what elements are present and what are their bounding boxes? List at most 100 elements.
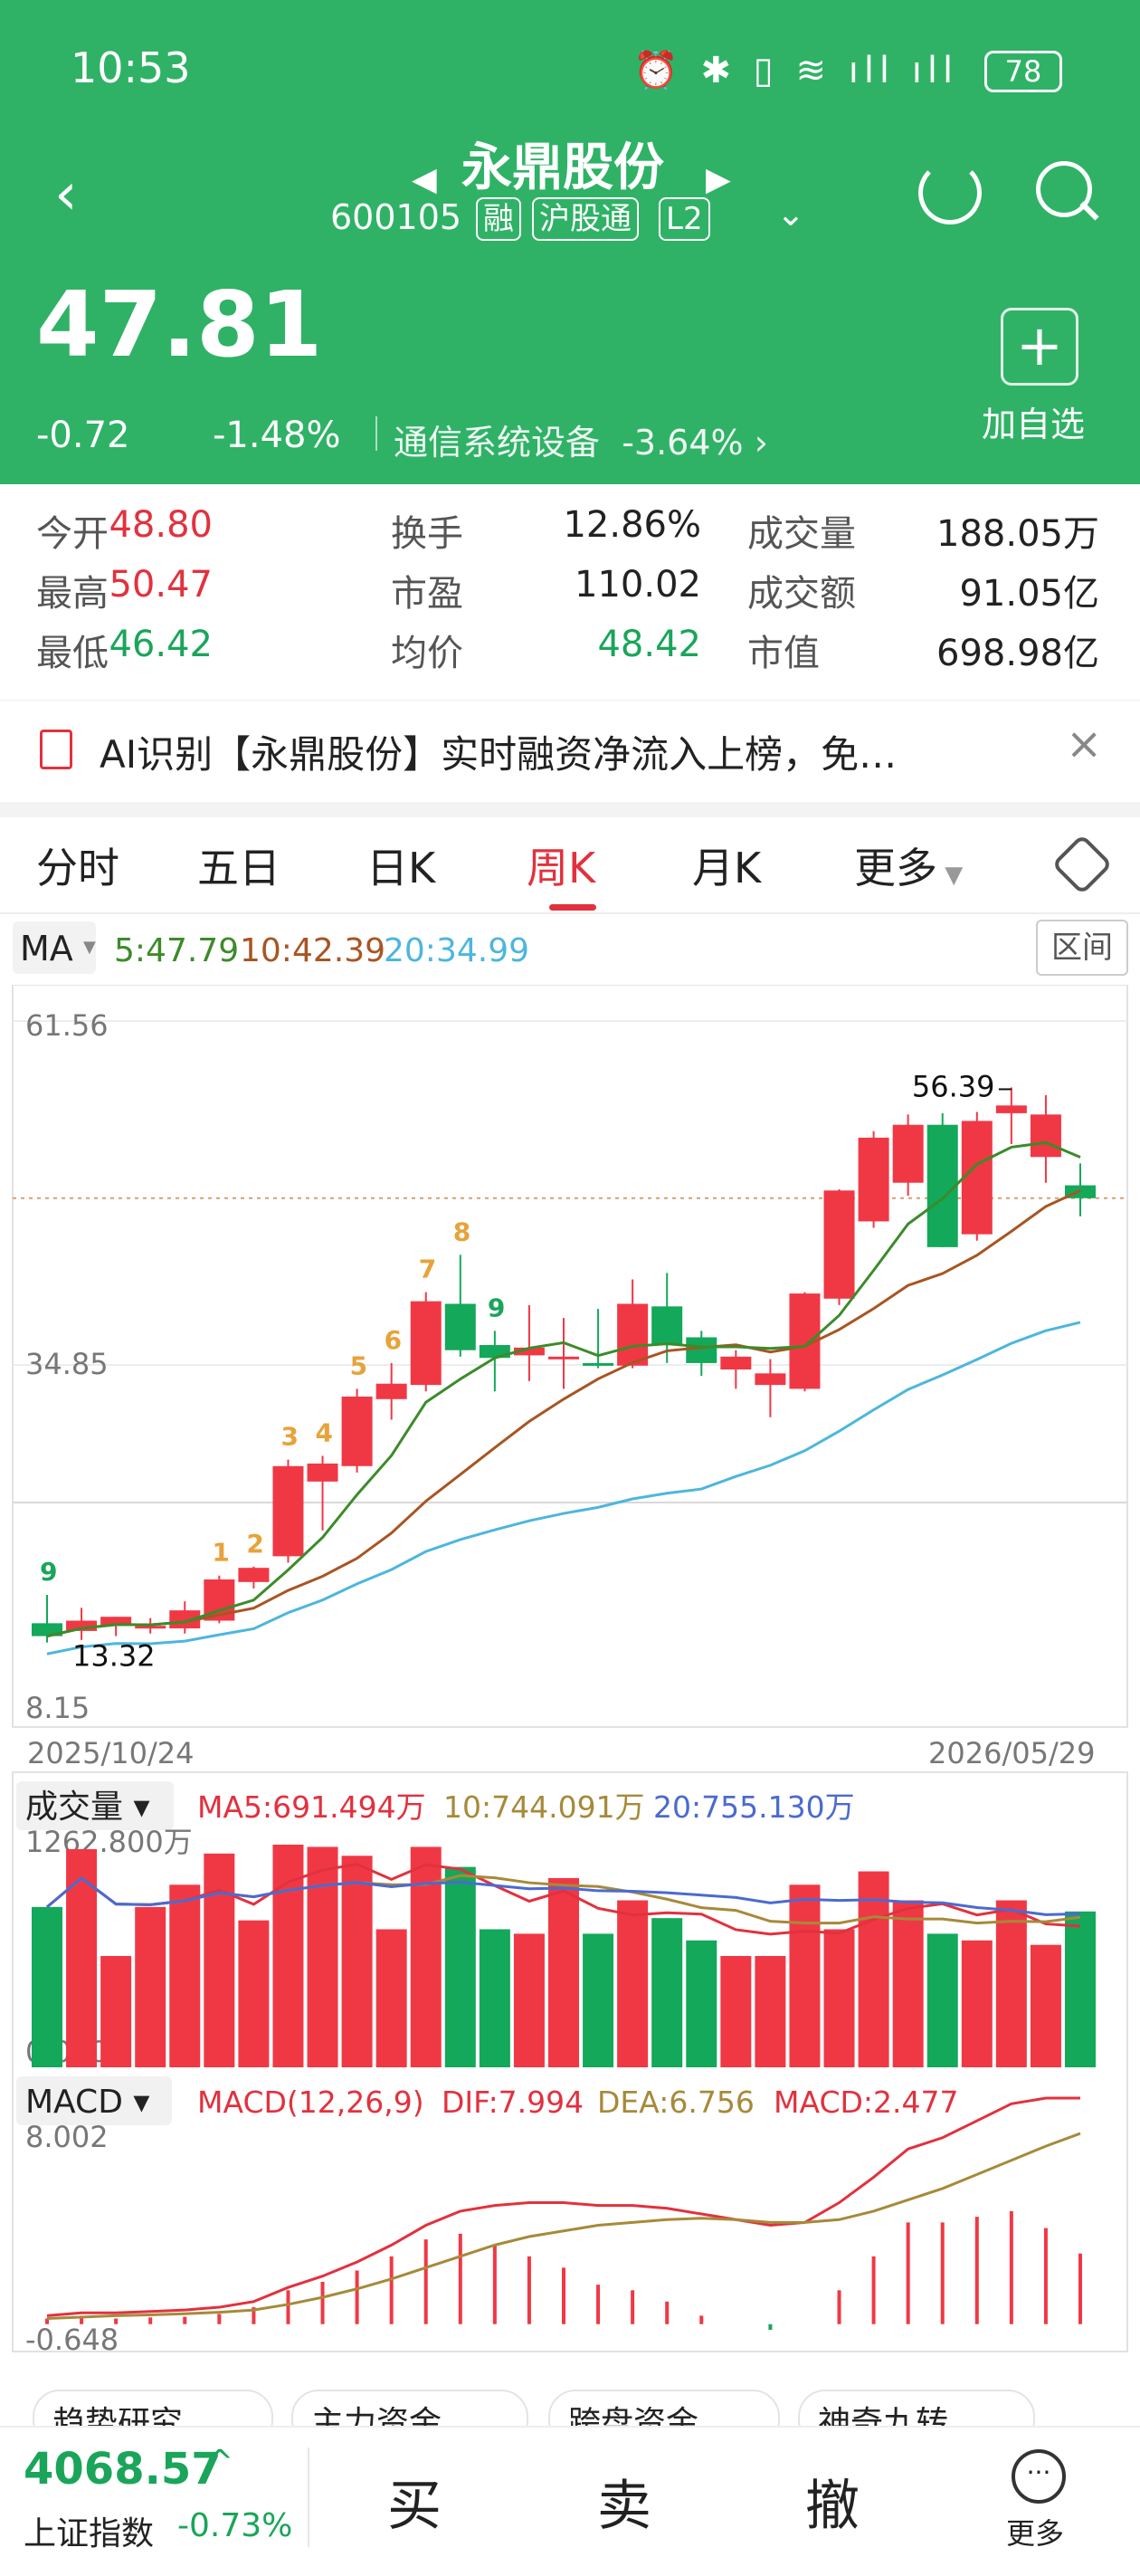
ai-notice-bar[interactable]: AI识别【永鼎股份】实时融资净流入上榜，免… × bbox=[0, 700, 1140, 818]
volume-bar bbox=[961, 1940, 993, 2067]
tab-more[interactable]: 更多 ▼ bbox=[854, 835, 963, 895]
dropdown-icon: ▼ bbox=[83, 938, 96, 957]
volume-bar bbox=[135, 1906, 166, 2067]
index-pct: -0.73% bbox=[177, 2507, 293, 2544]
stat-label: 市盈 bbox=[391, 573, 463, 615]
cancel-button[interactable]: 撤 bbox=[805, 2462, 860, 2541]
candle-body bbox=[1030, 1114, 1061, 1158]
sequence-label: 9 bbox=[40, 1557, 57, 1587]
volume-bar bbox=[617, 1900, 649, 2067]
volume-bar bbox=[32, 1906, 62, 2067]
stat-value: 50.47 bbox=[109, 564, 213, 606]
prev-stock-icon[interactable]: ◀ bbox=[412, 161, 437, 198]
tab-daily-k[interactable]: 日K bbox=[366, 835, 435, 895]
ma-selector[interactable]: MA ▼ bbox=[13, 921, 96, 974]
ma5-line bbox=[46, 1140, 1081, 1638]
candle-body bbox=[135, 1626, 166, 1629]
tab-intraday[interactable]: 分时 bbox=[36, 835, 119, 895]
sequence-label: 8 bbox=[453, 1216, 470, 1246]
volume-bar bbox=[823, 1929, 855, 2067]
candle-body bbox=[307, 1463, 338, 1482]
x-tick-label: 2025/10/24 bbox=[27, 1736, 194, 1770]
stock-code: 600105 bbox=[330, 197, 462, 237]
volume-bar bbox=[1030, 1944, 1061, 2067]
candle-body bbox=[548, 1356, 579, 1360]
stat-value: 12.86% bbox=[563, 504, 701, 546]
candle-body bbox=[995, 1105, 1027, 1113]
chevron-down-icon[interactable]: ⌄ bbox=[776, 194, 805, 234]
close-icon[interactable]: × bbox=[1066, 719, 1102, 769]
low-annotation: 13.32 bbox=[72, 1639, 156, 1674]
candle-body bbox=[583, 1362, 614, 1366]
sequence-label: 2 bbox=[246, 1529, 263, 1559]
tab-monthly-k[interactable]: 月K bbox=[692, 835, 761, 895]
candle-body bbox=[272, 1465, 304, 1557]
document-icon bbox=[40, 730, 72, 769]
volume-bar bbox=[686, 1940, 717, 2067]
stat-value: 46.42 bbox=[109, 624, 213, 665]
tab-weekly-k[interactable]: 周K bbox=[527, 835, 595, 895]
tag-l2: L2 bbox=[659, 197, 710, 241]
index-value[interactable]: 4068.57 bbox=[24, 2444, 222, 2495]
price-change-pct: -1.48% bbox=[213, 415, 341, 456]
add-watchlist-label: 加自选 bbox=[982, 405, 1086, 444]
tag-l2-label: L2 bbox=[659, 197, 710, 241]
macd-dif: DIF:7.994 bbox=[442, 2085, 584, 2120]
sector-pct: -3.64% bbox=[622, 423, 744, 463]
volume-bar bbox=[100, 1956, 132, 2067]
stock-name: 永鼎股份 bbox=[461, 138, 664, 197]
sequence-label: 7 bbox=[419, 1255, 436, 1284]
current-price: 47.81 bbox=[36, 272, 323, 377]
ma5-value: 5:47.79 bbox=[114, 932, 240, 969]
candle-body bbox=[238, 1568, 270, 1582]
status-icons: ⏰ ✱ ▯ ≋ ıll ıll bbox=[633, 50, 959, 91]
tab-five-day[interactable]: 五日 bbox=[197, 835, 280, 895]
volume-bar bbox=[926, 1933, 958, 2067]
candle-body bbox=[823, 1190, 855, 1299]
volume-max-label: 1262.800万 bbox=[25, 1825, 193, 1859]
volume-ma10: 10:744.091万 bbox=[443, 1789, 645, 1825]
stat-value: 48.80 bbox=[109, 504, 213, 546]
candle-body bbox=[961, 1121, 993, 1235]
volume-bar bbox=[66, 1848, 98, 2067]
sector-link[interactable]: 通信系统设备 -3.64% › bbox=[394, 415, 768, 464]
add-watchlist-button[interactable]: + bbox=[1001, 308, 1078, 386]
buy-button[interactable]: 买 bbox=[387, 2462, 442, 2541]
more-icon[interactable]: ··· bbox=[1012, 2449, 1066, 2504]
x-tick-label: 2026/05/29 bbox=[928, 1736, 1095, 1770]
stat-label: 均价 bbox=[391, 633, 463, 674]
ma10-value: 10:42.39 bbox=[240, 932, 385, 969]
bottom-trade-bar: 4068.57 ^ 上证指数 -0.73% 买 卖 撤 ··· 更多 bbox=[0, 2426, 1140, 2576]
tag-margin: 融 bbox=[476, 197, 521, 241]
quote-stats: 今开 48.80 换手 12.86% 成交量 188.05万 最高 50.47 市盈 110.02… bbox=[0, 484, 1140, 700]
back-icon[interactable]: ‹ bbox=[54, 161, 78, 228]
volume-bar bbox=[307, 1846, 338, 2067]
volume-bar bbox=[789, 1884, 821, 2067]
tab-more-label: 更多 bbox=[854, 844, 937, 892]
volume-bar bbox=[238, 1920, 270, 2067]
volume-bar bbox=[410, 1846, 442, 2067]
candle-body bbox=[444, 1303, 476, 1350]
settings-icon[interactable] bbox=[1051, 834, 1113, 895]
macd-min-label: -0.648 bbox=[25, 2323, 119, 2357]
volume-bar bbox=[169, 1884, 201, 2067]
y-tick-label: 8.15 bbox=[25, 1691, 90, 1725]
volume-bar bbox=[892, 1900, 924, 2067]
kline-chart[interactable]: 61.56 34.85 8.15 56.39 13.32 9 1 2 3 4 56 78 9 2025/1… bbox=[0, 985, 1140, 2361]
active-tab-indicator bbox=[549, 904, 596, 911]
candle-body bbox=[686, 1337, 717, 1363]
sequence-label: 3 bbox=[280, 1422, 298, 1452]
next-stock-icon[interactable]: ▶ bbox=[706, 161, 731, 198]
volume-ma20: 20:755.130万 bbox=[653, 1789, 855, 1825]
stat-value: 48.42 bbox=[597, 624, 701, 665]
divider bbox=[375, 416, 377, 451]
tag-margin-label: 融 bbox=[476, 197, 521, 241]
volume-bar bbox=[444, 1866, 476, 2067]
volume-bar bbox=[375, 1929, 407, 2067]
period-tabs: 分时 五日 日K 周K 月K 更多 ▼ bbox=[0, 817, 1140, 914]
range-button[interactable]: 区间 bbox=[1036, 920, 1128, 976]
sell-button[interactable]: 卖 bbox=[597, 2462, 651, 2541]
candle-body bbox=[858, 1137, 889, 1222]
stat-label: 今开 bbox=[36, 513, 109, 555]
refresh-icon[interactable] bbox=[918, 161, 982, 224]
